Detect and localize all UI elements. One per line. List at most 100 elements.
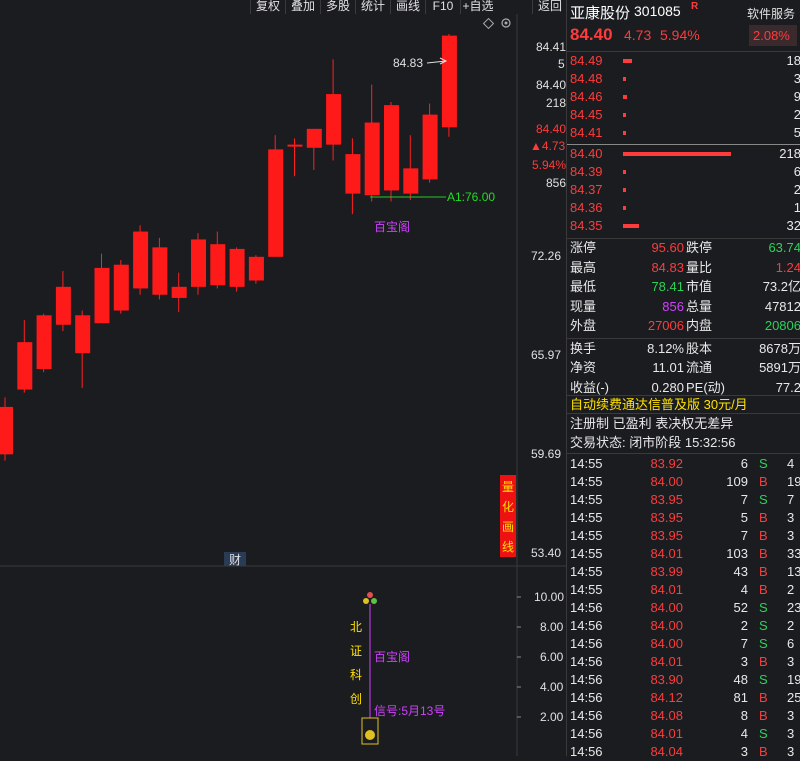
ask-row[interactable]: 84.46 9 <box>567 88 800 106</box>
tick-row[interactable]: 14:55 83.95 7 B 3 <box>567 527 800 545</box>
tick-row[interactable]: 14:56 83.90 48 S 19 <box>567 671 800 689</box>
quote-panel: 亚康股份 301085 R 软件服务 84.40 4.73 5.94% 2.08… <box>566 0 800 759</box>
promo-banner[interactable]: 自动续费通达信普及版 30元/月 <box>570 396 748 413</box>
diamond-icon[interactable] <box>482 17 495 30</box>
candle-body[interactable] <box>191 239 206 287</box>
candle-body[interactable] <box>171 286 187 298</box>
shouyi-value: 0.280 <box>651 379 684 395</box>
tick-direction: B <box>759 744 768 759</box>
statistics-button[interactable]: 统计 <box>355 0 390 14</box>
huanshou-value: 8.12% <box>647 340 684 356</box>
candle-body[interactable] <box>441 35 457 128</box>
tick-price: 84.01 <box>650 546 683 561</box>
axis-label-pct: 5.94% <box>532 158 566 172</box>
kline-chart-area[interactable]: 84.83 A1:76.00 百宝阁 84.41 5 84.40 218 84.… <box>0 14 566 756</box>
tick-row[interactable]: 14:55 83.99 43 B 13 <box>567 563 800 581</box>
back-button[interactable]: 返回 <box>532 0 567 14</box>
tick-row[interactable]: 14:56 84.00 7 S 6 <box>567 635 800 653</box>
candle-body[interactable] <box>75 315 91 354</box>
ask-row[interactable]: 84.48 3 <box>567 70 800 88</box>
candle-body[interactable] <box>210 244 226 286</box>
tick-price: 84.12 <box>650 690 683 705</box>
tick-row[interactable]: 14:56 84.00 2 S 2 <box>567 617 800 635</box>
f10-button[interactable]: F10 <box>425 0 460 14</box>
kline-chart[interactable]: 84.83 A1:76.00 百宝阁 84.41 5 84.40 218 84.… <box>0 14 566 756</box>
candle-body[interactable] <box>36 315 52 370</box>
tick-direction: B <box>759 564 768 579</box>
bid-row[interactable]: 84.36 1 <box>567 199 800 217</box>
bid-volume: 218 <box>779 146 800 161</box>
candle-body[interactable] <box>17 342 33 390</box>
stats-row: 涨停 95.60 跌停 63.74 <box>567 239 800 257</box>
candle-body[interactable] <box>94 267 110 324</box>
pe-value: 77.2 <box>775 379 800 395</box>
multi-stock-button[interactable]: 多股 <box>320 0 355 14</box>
draw-line-button[interactable]: 画线 <box>390 0 425 14</box>
tick-volume: 7 <box>740 528 748 543</box>
candle-body[interactable] <box>345 154 361 194</box>
candle-body[interactable] <box>384 105 399 191</box>
shouyi-label: 收益(-) <box>570 379 609 395</box>
tick-row[interactable]: 14:56 84.08 8 B 3 <box>567 707 800 725</box>
candle-body[interactable] <box>229 248 245 287</box>
candle-body[interactable] <box>403 168 419 194</box>
bid-row[interactable]: 84.39 6 <box>567 163 800 181</box>
candle-body[interactable] <box>287 144 303 147</box>
sub-baibaoge-label[interactable]: 百宝阁 <box>374 650 410 664</box>
ask-row[interactable]: 84.45 2 <box>567 106 800 124</box>
tick-row[interactable]: 14:55 84.00 109 B 19 <box>567 473 800 491</box>
axis-label-72: 72.26 <box>531 249 561 263</box>
gear-icon[interactable] <box>501 18 511 28</box>
candle-body[interactable] <box>248 256 264 281</box>
candle-body[interactable] <box>326 94 342 145</box>
tick-row[interactable]: 14:56 84.12 81 B 25 <box>567 689 800 707</box>
candle-body[interactable] <box>0 406 13 455</box>
overlay-button[interactable]: 叠加 <box>285 0 320 14</box>
industry-name[interactable]: 软件服务 <box>747 5 795 22</box>
candle-body[interactable] <box>268 149 284 257</box>
zongliang-value: 47812 <box>764 298 800 314</box>
tick-row[interactable]: 14:56 84.01 4 S 3 <box>567 725 800 743</box>
tick-time: 14:55 <box>570 564 603 579</box>
industry-pct-box[interactable]: 2.08% <box>749 25 797 46</box>
candle-body[interactable] <box>364 122 380 196</box>
bid-volume-bar <box>623 170 626 174</box>
candle-body[interactable] <box>113 264 129 311</box>
bid-row[interactable]: 84.37 2 <box>567 181 800 199</box>
liutong-value: 5891万 <box>759 360 800 375</box>
tick-row[interactable]: 14:55 83.92 6 S 4 <box>567 455 800 473</box>
signal-date-label: 信号:5月13号 <box>374 704 445 718</box>
bid-row[interactable]: 84.35 32 <box>567 217 800 235</box>
candle-body[interactable] <box>152 247 168 295</box>
axis-label-price: 84.40 <box>536 122 566 136</box>
fuquan-button[interactable]: 复权 <box>250 0 285 14</box>
finance-label[interactable]: 财 <box>229 553 241 567</box>
tick-row[interactable]: 14:55 83.95 5 B 3 <box>567 509 800 527</box>
tick-direction: B <box>759 708 768 723</box>
tick-time: 14:55 <box>570 474 603 489</box>
tick-row[interactable]: 14:55 84.01 103 B 33 <box>567 545 800 563</box>
ask-row[interactable]: 84.49 18 <box>567 52 800 70</box>
toolbar: 复权 叠加 多股 统计 画线 F10 +自选 返回 <box>0 0 566 14</box>
candle-body[interactable] <box>133 231 149 289</box>
tick-row[interactable]: 14:56 84.00 52 S 23 <box>567 599 800 617</box>
favorite-button[interactable]: +自选 <box>460 0 495 14</box>
axis-label-change: ▲4.73 <box>530 139 566 153</box>
tick-row[interactable]: 14:55 84.01 4 B 2 <box>567 581 800 599</box>
tick-row[interactable]: 14:55 83.95 7 S 7 <box>567 491 800 509</box>
tick-time: 14:56 <box>570 690 603 705</box>
bid-row[interactable]: 84.40 218 <box>567 145 800 163</box>
tick-row[interactable]: 14:56 84.01 3 B 3 <box>567 653 800 671</box>
tick-time: 14:56 <box>570 744 603 759</box>
candle-body[interactable] <box>306 128 322 148</box>
tick-row[interactable]: 14:56 84.04 3 B 3 <box>567 743 800 761</box>
shizhi-label: 市值 <box>686 279 713 294</box>
money-bag-icon[interactable] <box>361 717 379 745</box>
candle-body[interactable] <box>55 286 71 325</box>
price-change-pct: 5.94% <box>660 27 700 43</box>
baibaoge-label[interactable]: 百宝阁 <box>374 220 410 234</box>
candle-body[interactable] <box>422 114 438 180</box>
bid-price: 84.39 <box>570 164 603 179</box>
ask-row[interactable]: 84.41 5 <box>567 124 800 142</box>
axis-label-ask-vol: 5 <box>558 57 565 71</box>
